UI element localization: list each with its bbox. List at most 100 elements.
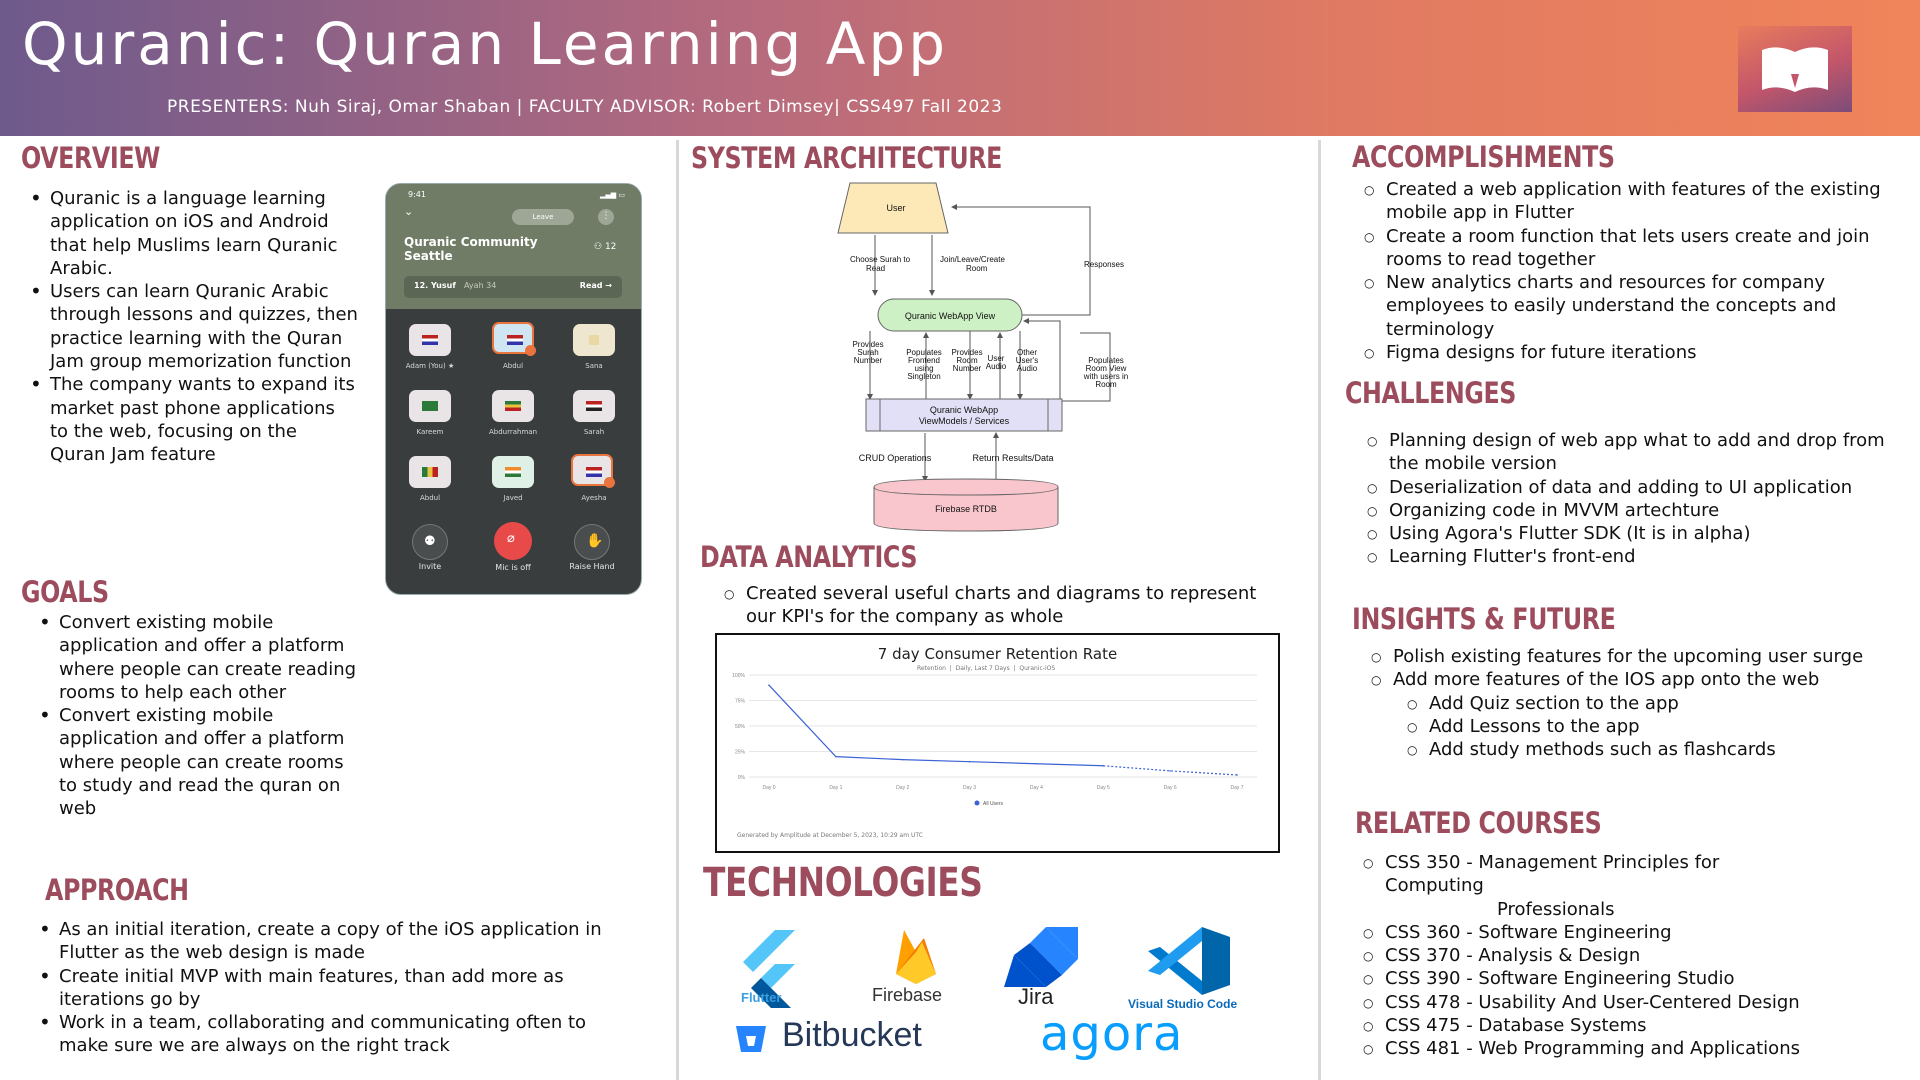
participant-tile[interactable]	[571, 454, 615, 488]
participant-tile[interactable]	[492, 456, 534, 488]
x-tick-label: Day 3	[963, 785, 976, 791]
participant-tile[interactable]	[409, 390, 451, 422]
mic-icon	[525, 345, 536, 356]
x-tick-label: Day 5	[1097, 785, 1110, 791]
x-tick-label: Day 7	[1230, 785, 1243, 791]
hand-icon: ✋	[586, 533, 604, 549]
svg-text:Room: Room	[1095, 380, 1117, 389]
analytics-title: DATA ANALYTICS	[700, 540, 918, 574]
approach-title: APPROACH	[45, 873, 189, 907]
list-item: CSS 360 - Software Engineering	[1363, 921, 1903, 946]
list-item: Add study methods such as flashcards	[1371, 738, 1917, 763]
participant-tile[interactable]	[573, 390, 615, 422]
list-item: Planning design of web app what to add a…	[1367, 429, 1917, 476]
open-book-icon	[1762, 47, 1828, 92]
flag-icon	[422, 335, 438, 345]
participant-tile[interactable]	[492, 390, 534, 422]
svg-text:Firebase RTDB: Firebase RTDB	[935, 504, 997, 514]
y-tick-label: 25%	[735, 750, 746, 756]
add-person-icon: ⚉	[424, 534, 436, 549]
y-tick-label: 75%	[735, 699, 746, 705]
firebase-logo-icon	[896, 930, 936, 984]
phone-room-header: 9:41 ▂▄▆ ▭ ⌄ Leave ⋮ Quranic Community S…	[386, 184, 641, 309]
list-item: Using Agora's Flutter SDK (It is in alph…	[1367, 522, 1917, 547]
flag-icon	[422, 467, 438, 477]
flag-icon	[505, 401, 521, 411]
list-item: Figma designs for future iterations	[1364, 341, 1920, 366]
list-item: Add more features of the IOS app onto th…	[1371, 668, 1917, 693]
svg-text:Singleton: Singleton	[907, 372, 940, 381]
data-point	[901, 758, 904, 761]
chart-title: 7 day Consumer Retention Rate	[877, 645, 1118, 663]
svg-text:Read: Read	[866, 264, 885, 273]
chart-footer: Generated by Amplitude at December 5, 20…	[737, 832, 923, 839]
list-item: Add Quiz section to the app	[1371, 692, 1917, 717]
participant-name: Abdul	[419, 494, 441, 502]
mic-toggle-button[interactable]: ⌀	[494, 522, 532, 560]
read-button[interactable]: Read →	[580, 281, 612, 290]
x-tick-label: Day 0	[762, 785, 775, 791]
courses-title: RELATED COURSES	[1355, 806, 1602, 840]
list-item: New analytics charts and resources for c…	[1364, 271, 1920, 341]
participant-tile[interactable]	[573, 324, 615, 356]
x-tick-label: Day 6	[1164, 785, 1177, 791]
surah-bar[interactable]: 12. Yusuf Ayah 34 Read →	[404, 276, 622, 298]
list-item: Add Lessons to the app	[1371, 715, 1917, 740]
poster-header: Quranic: Quran Learning App PRESENTERS: …	[0, 0, 1920, 136]
raise-hand-label: Raise Hand	[569, 562, 615, 571]
accomplishments-list: Created a web application with features …	[1364, 178, 1920, 366]
list-item: CSS 481 - Web Programming and Applicatio…	[1363, 1037, 1903, 1062]
leave-button[interactable]: Leave	[512, 209, 574, 225]
crud-label: CRUD Operations	[859, 453, 932, 463]
list-item: Deserialization of data and adding to UI…	[1367, 476, 1917, 501]
overview-list: Quranic is a language learning applicati…	[28, 187, 358, 467]
star-icon: ★	[447, 362, 455, 370]
participant-tile[interactable]	[492, 322, 536, 356]
overview-title: OVERVIEW	[21, 141, 160, 175]
invite-button[interactable]: ⚉	[412, 524, 448, 560]
y-tick-label: 0%	[738, 775, 746, 781]
list-item: Convert existing mobile application and …	[37, 704, 357, 820]
data-point	[1236, 774, 1238, 776]
join-room-label: Join/Leave/Create	[940, 255, 1005, 264]
member-count: ⚇ 12	[594, 242, 617, 252]
mic-off-icon: ⌀	[507, 531, 515, 546]
svg-text:Quranic WebApp: Quranic WebApp	[930, 405, 998, 415]
x-tick-label: Day 4	[1030, 785, 1043, 791]
invite-label: Invite	[418, 562, 442, 571]
signal-battery-icon: ▂▄▆ ▭	[600, 191, 625, 199]
list-item: Convert existing mobile application and …	[37, 611, 357, 704]
app-logo	[1738, 26, 1852, 112]
people-icon: ⚇	[594, 242, 605, 252]
participant-tile[interactable]	[409, 456, 451, 488]
vscode-logo-icon	[1148, 927, 1230, 995]
bitbucket-label: Bitbucket	[782, 1016, 922, 1054]
list-item: Learning Flutter's front-end	[1367, 545, 1917, 570]
retention-chart: 7 day Consumer Retention Rate Retention …	[715, 633, 1280, 853]
arrow-right-icon: →	[605, 281, 612, 290]
data-point	[768, 684, 770, 686]
list-item: Work in a team, collaborating and commun…	[37, 1011, 637, 1058]
data-point	[1169, 770, 1171, 772]
choose-surah-label: Choose Surah to	[850, 255, 911, 264]
mic-icon	[604, 477, 615, 488]
list-item: Organizing code in MVVM artechture	[1367, 499, 1917, 524]
list-item: The company wants to expand its market p…	[28, 373, 358, 466]
list-item: CSS 350 - Management Principles for Comp…	[1363, 851, 1903, 898]
participant-name: Ayesha	[581, 494, 607, 502]
legend-marker	[974, 800, 980, 806]
chevron-down-icon[interactable]: ⌄	[404, 205, 413, 218]
goals-list: Convert existing mobile application and …	[37, 611, 357, 821]
chart-plot: 100% 75% 50% 25% 0% Day 0 Day 1 Day 2 Day 3 Day 4…	[732, 673, 1257, 807]
raise-hand-button[interactable]: ✋	[574, 524, 610, 560]
svg-text:Audio: Audio	[986, 362, 1007, 371]
more-icon[interactable]: ⋮	[598, 209, 614, 225]
list-item: Create a room function that lets users c…	[1364, 225, 1920, 272]
svg-text:Room: Room	[966, 264, 988, 273]
insights-title: INSIGHTS & FUTURE	[1352, 602, 1616, 636]
participant-tile[interactable]	[409, 324, 451, 356]
participant-name: Adam (You) ★	[405, 362, 455, 370]
viewmodels-node	[865, 398, 1063, 432]
svg-text:ViewModels / Services: ViewModels / Services	[919, 416, 1010, 426]
list-item: CSS 390 - Software Engineering Studio	[1363, 967, 1903, 992]
